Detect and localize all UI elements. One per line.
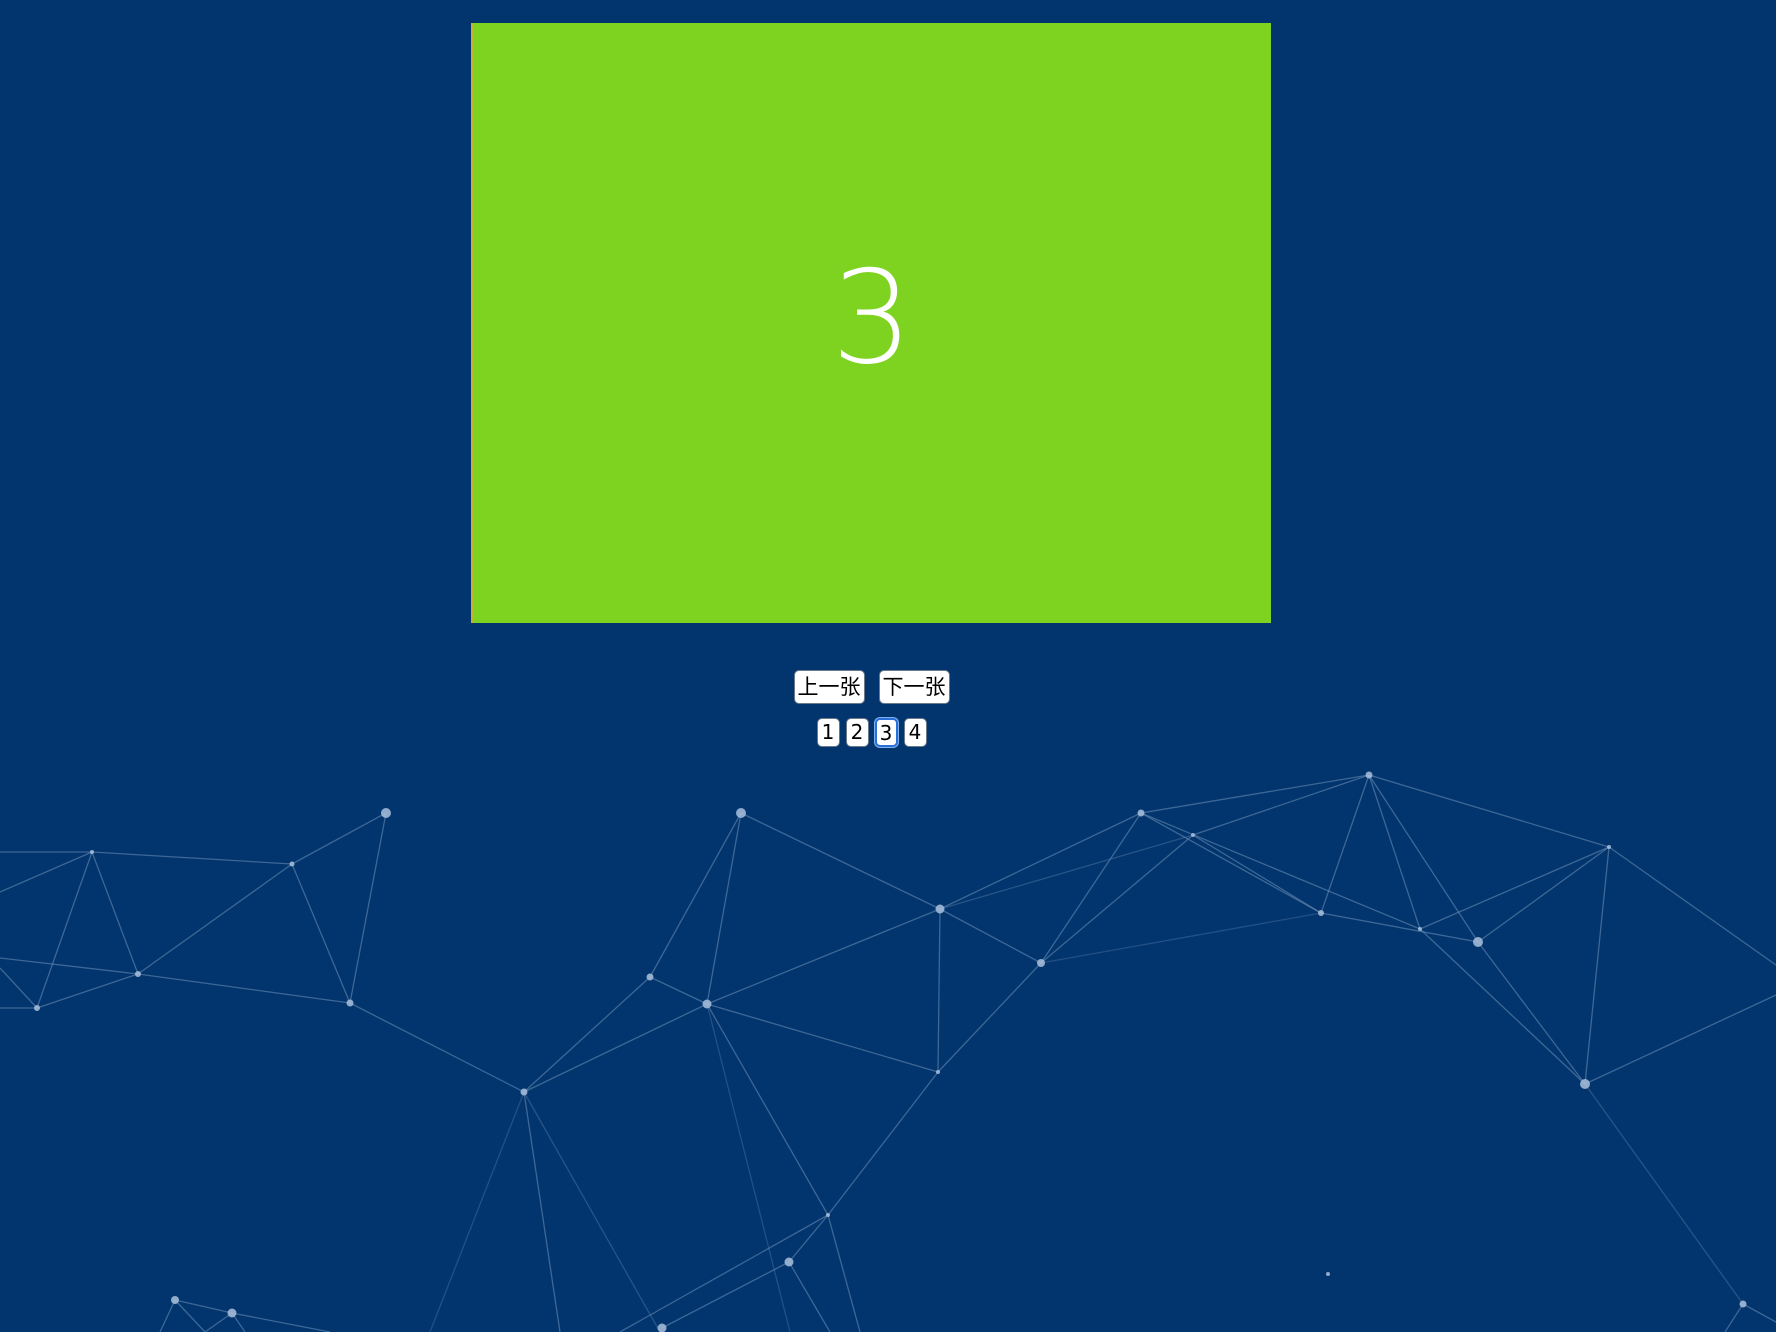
page-button-1[interactable]: 1 [816,718,840,747]
carousel-page-indicators: 1 2 3 4 [0,718,1743,747]
prev-slide-button[interactable]: 上一张 [793,670,865,704]
carousel-slide: 3 [471,23,1271,623]
next-slide-button[interactable]: 下一张 [878,670,950,704]
page-button-3[interactable]: 3 [874,718,898,747]
page-button-2[interactable]: 2 [845,718,869,747]
carousel-nav-controls: 上一张 下一张 [0,670,1743,704]
page-button-4[interactable]: 4 [903,718,927,747]
slide-number-label: 3 [831,244,913,393]
page-stage: 3 上一张 下一张 1 2 3 4 [0,0,1776,1332]
